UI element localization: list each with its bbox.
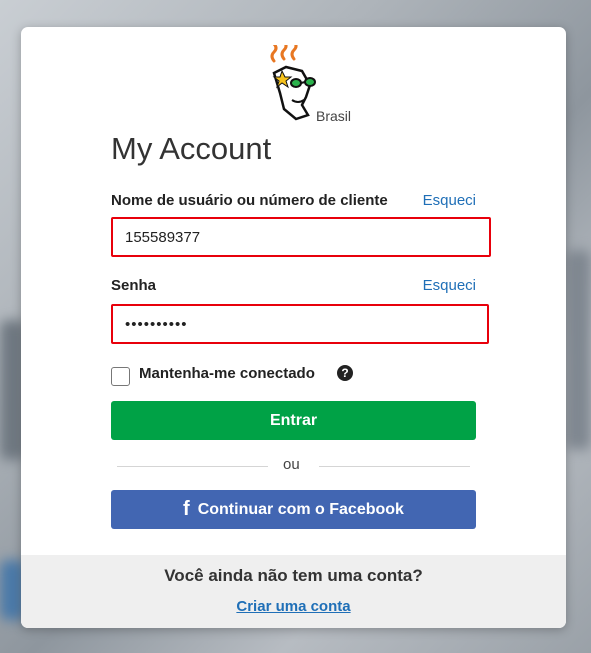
remember-me-label: Mantenha-me conectado (139, 365, 315, 382)
signup-question: Você ainda não tem uma conta? (164, 566, 423, 585)
login-card: Brasil My Account Nome de usuário ou núm… (21, 27, 566, 628)
facebook-button-label: Continuar com o Facebook (197, 501, 404, 518)
logo-country-label: Brasil (316, 108, 352, 124)
help-icon[interactable]: ? (337, 365, 353, 381)
divider-right (319, 466, 470, 467)
password-input[interactable] (111, 304, 489, 344)
signup-footer: Você ainda não tem uma conta? Criar uma … (21, 555, 566, 628)
username-label: Nome de usuário ou número de cliente (111, 192, 388, 209)
background-shape (566, 250, 591, 450)
login-button[interactable]: Entrar (111, 401, 476, 440)
password-label: Senha (111, 277, 157, 294)
divider-left (117, 466, 268, 467)
forgot-username-link[interactable]: Esqueci (423, 192, 476, 209)
forgot-password-link[interactable]: Esqueci (423, 277, 476, 294)
create-account-link[interactable]: Criar uma conta (21, 598, 566, 615)
facebook-icon: f (183, 498, 190, 520)
page-title: My Account (111, 131, 272, 166)
facebook-login-button[interactable]: f Continuar com o Facebook (111, 490, 476, 529)
username-input[interactable] (111, 217, 491, 257)
divider-or-label: ou (283, 456, 300, 473)
remember-me-checkbox[interactable] (111, 367, 130, 386)
